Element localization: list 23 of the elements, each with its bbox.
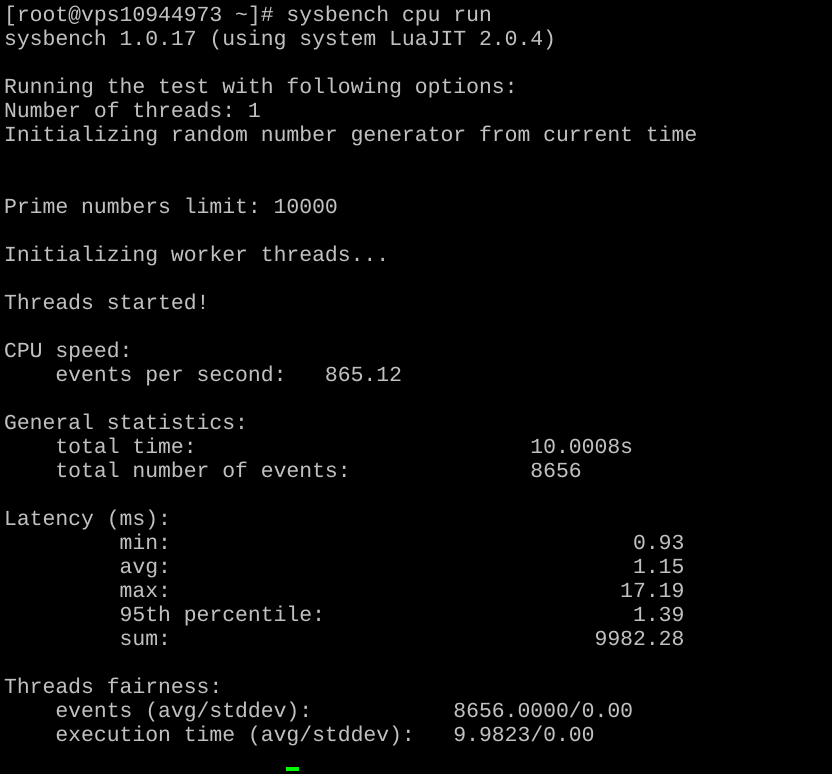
- terminal-line: total time: 10.0008s: [54, 436, 633, 460]
- terminal-line: 95th percentile: 1.39: [118, 604, 684, 628]
- terminal-line: events per second: 865.12: [54, 364, 402, 388]
- terminal-line: sysbench 1.0.17 (using system LuaJIT 2.0.4): [4, 28, 556, 52]
- terminal-line: Threads fairness:: [4, 676, 222, 700]
- terminal-line: General statistics:: [4, 412, 248, 436]
- terminal-line: Prime numbers limit: 10000: [4, 196, 338, 220]
- terminal-line: events (avg/stddev): 8656.0000/0.00: [54, 700, 633, 724]
- terminal-line: Running the test with following options:: [4, 76, 518, 100]
- terminal-line: sum: 9982.28: [118, 628, 684, 652]
- terminal-line: CPU speed:: [4, 340, 132, 364]
- terminal-line: Threads started!: [4, 292, 210, 316]
- terminal-line: avg: 1.15: [118, 556, 684, 580]
- terminal-line: Initializing random number generator from current time: [4, 124, 698, 148]
- terminal-line: min: 0.93: [118, 532, 684, 556]
- terminal-line: Number of threads: 1: [4, 100, 261, 124]
- terminal-line: [root@vps10944973 ~]# sysbench cpu run: [4, 4, 492, 28]
- terminal-line: max: 17.19: [118, 580, 684, 604]
- terminal-line: execution time (avg/stddev): 9.9823/0.00: [54, 724, 594, 748]
- terminal-line: Initializing worker threads...: [4, 244, 390, 268]
- terminal-line: total number of events: 8656: [54, 460, 582, 484]
- cursor: [286, 767, 300, 771]
- terminal-line: Latency (ms):: [4, 508, 171, 532]
